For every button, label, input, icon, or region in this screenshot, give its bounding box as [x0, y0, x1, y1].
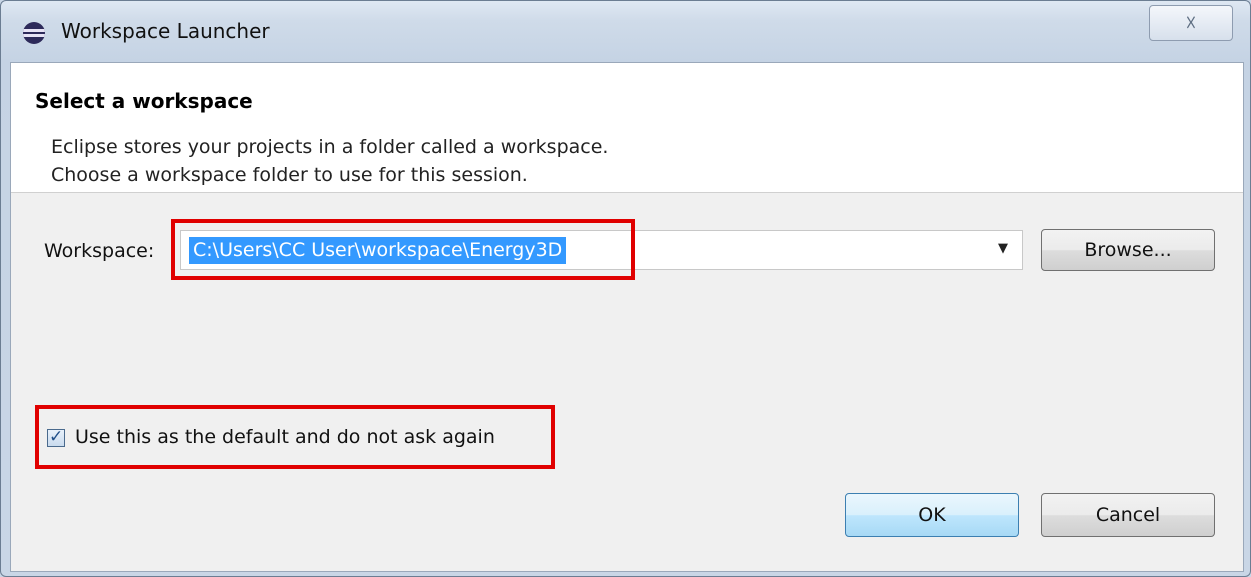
default-option-highlight-box	[35, 405, 555, 469]
browse-button[interactable]: Browse...	[1041, 229, 1215, 271]
banner-description-line1: Eclipse stores your projects in a folder…	[51, 136, 609, 158]
workspace-label: Workspace:	[44, 240, 155, 262]
ok-button[interactable]: OK	[845, 493, 1019, 537]
workspace-highlight-box	[171, 219, 635, 280]
close-icon: ☓	[1185, 11, 1197, 35]
chevron-down-icon[interactable]: ▼	[998, 241, 1008, 256]
eclipse-icon	[23, 22, 45, 44]
workspace-launcher-dialog: Workspace Launcher ☓ Select a workspace …	[0, 0, 1251, 577]
dialog-banner: Select a workspace Eclipse stores your p…	[11, 63, 1243, 193]
banner-title: Select a workspace	[35, 89, 253, 113]
banner-description-line2: Choose a workspace folder to use for thi…	[51, 164, 528, 186]
dialog-content: Select a workspace Eclipse stores your p…	[10, 62, 1244, 572]
close-button[interactable]: ☓	[1149, 5, 1233, 41]
cancel-button[interactable]: Cancel	[1041, 493, 1215, 537]
window-title: Workspace Launcher	[61, 19, 270, 43]
